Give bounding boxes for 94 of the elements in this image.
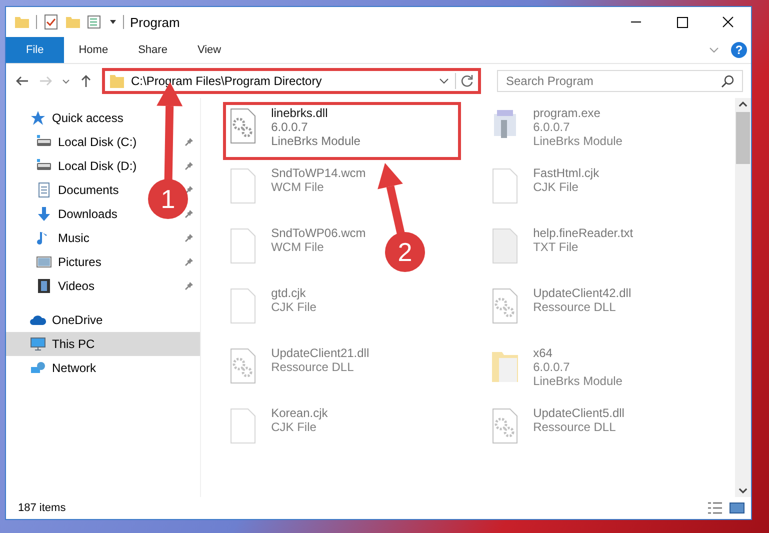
pin-icon[interactable] [184, 281, 194, 291]
help-button[interactable]: ? [731, 42, 747, 58]
file-name: UpdateClient21.dll [271, 346, 370, 360]
file-detail: 6.0.0.7 [533, 120, 571, 134]
blank-file-icon [229, 288, 258, 324]
file-tile[interactable]: UpdateClient42.dll Ressource DLL [485, 282, 636, 340]
file-name: help.fineReader.txt [533, 226, 634, 240]
file-name: gtd.cjk [271, 286, 307, 300]
document-icon [36, 182, 52, 198]
ribbon-tab[interactable]: File [6, 37, 64, 63]
file-name: FastHtml.cjk [533, 166, 600, 180]
file-name: linebrks.dll [271, 106, 329, 120]
gears-file-icon [491, 288, 520, 324]
file-detail: WCM File [271, 180, 325, 194]
sidebar-item[interactable]: OneDrive [6, 308, 107, 332]
blank-file-icon [229, 168, 258, 204]
pin-icon[interactable] [184, 257, 194, 267]
gears-file-icon [491, 408, 520, 444]
pin-icon[interactable] [184, 233, 194, 243]
file-tile[interactable]: program.exe 6.0.0.7 LineBrks Module [485, 102, 626, 160]
file-tile[interactable]: Korean.cjk CJK File [223, 402, 332, 460]
down-arrow-icon [36, 206, 52, 222]
address-bar[interactable]: C:\Program Files\Program Directory [102, 68, 481, 94]
file-detail: Ressource DLL [271, 360, 355, 374]
gears-file-icon [229, 108, 258, 144]
properties-icon[interactable] [87, 14, 103, 30]
chevron-down-icon[interactable] [62, 77, 70, 85]
sidebar-item[interactable]: Videos [6, 274, 98, 298]
file-detail: LineBrks Module [533, 134, 622, 148]
window-title: Program [130, 14, 181, 30]
pin-icon[interactable] [184, 161, 194, 171]
checklist-icon[interactable] [43, 14, 59, 30]
file-tile[interactable]: help.fineReader.txt TXT File [485, 222, 638, 280]
sidebar-item[interactable]: This PC [6, 332, 200, 356]
sidebar-item[interactable]: Local Disk (D:) [6, 154, 141, 178]
file-tile[interactable]: SndToWP14.wcm WCM File [223, 162, 370, 220]
file-detail: LineBrks Module [271, 134, 360, 148]
file-tile[interactable]: gtd.cjk CJK File [223, 282, 320, 340]
file-tile[interactable]: linebrks.dll 6.0.0.7 LineBrks Module [223, 102, 462, 160]
file-detail: CJK File [271, 300, 316, 314]
file-name: UpdateClient5.dll [533, 406, 624, 420]
blank-file-icon [229, 408, 258, 444]
file-tile[interactable]: x64 6.0.0.7 LineBrks Module [485, 342, 626, 400]
file-name: SndToWP06.wcm [271, 226, 366, 240]
search-field[interactable]: Search Program [497, 70, 743, 92]
ribbon-tab[interactable]: Share [123, 37, 182, 63]
star-icon [30, 110, 46, 126]
file-detail: Ressource DLL [533, 300, 617, 314]
blank-file-icon [229, 228, 258, 264]
folder-icon [109, 73, 125, 89]
pin-icon[interactable] [184, 209, 194, 219]
scrollbar[interactable] [735, 98, 751, 497]
item-count: 187 items [18, 502, 67, 514]
sidebar-item[interactable]: Quick access [6, 106, 128, 130]
computer-icon [30, 336, 46, 352]
file-tile[interactable]: SndToWP06.wcm WCM File [223, 222, 370, 280]
ribbon-tab[interactable]: Home [64, 37, 124, 63]
details-view-icon[interactable] [707, 500, 723, 516]
file-detail: LineBrks Module [533, 374, 622, 388]
sidebar-item[interactable]: Music [6, 226, 94, 250]
ribbon-tab[interactable]: View [182, 37, 236, 63]
file-name: UpdateClient42.dll [533, 286, 632, 300]
file-tile[interactable]: UpdateClient5.dll Ressource DLL [485, 402, 628, 460]
file-detail: CJK File [533, 180, 580, 194]
address-path: C:\Program Files\Program Directory [131, 74, 323, 88]
file-tile[interactable]: UpdateClient21.dll Ressource DLL [223, 342, 374, 400]
file-detail: WCM File [271, 240, 325, 254]
file-name: Korean.cjk [271, 406, 328, 420]
file-detail: TXT File [533, 240, 580, 254]
picture-icon [36, 254, 52, 270]
blank-file-icon [491, 168, 520, 204]
sidebar-item[interactable]: Documents [6, 178, 123, 202]
gears-file-icon [229, 348, 258, 384]
blank-file-icon [491, 228, 520, 264]
file-detail: CJK File [271, 420, 318, 434]
network-icon [30, 360, 46, 376]
sidebar-item[interactable]: Pictures [6, 250, 106, 274]
scrollbar-thumb[interactable] [736, 112, 750, 164]
file-name: program.exe [533, 106, 602, 120]
file-detail: 6.0.0.7 [271, 120, 309, 134]
sidebar-item[interactable]: Local Disk (C:) [6, 130, 141, 154]
film-icon [36, 278, 52, 294]
dropdown-icon[interactable] [109, 18, 117, 26]
file-name: SndToWP14.wcm [271, 166, 366, 180]
pin-icon[interactable] [184, 137, 194, 147]
file-tile[interactable]: FastHtml.cjk CJK File [485, 162, 604, 220]
folder-icon [14, 14, 30, 30]
file-detail: Ressource DLL [533, 420, 617, 434]
file-name: x64 [533, 346, 554, 360]
chevron-down-icon[interactable] [439, 76, 449, 86]
sidebar-item[interactable]: Downloads [6, 202, 122, 226]
file-detail: 6.0.0.7 [533, 360, 571, 374]
tiles-view-icon[interactable] [729, 500, 745, 516]
sidebar-item[interactable]: Network [6, 356, 100, 380]
